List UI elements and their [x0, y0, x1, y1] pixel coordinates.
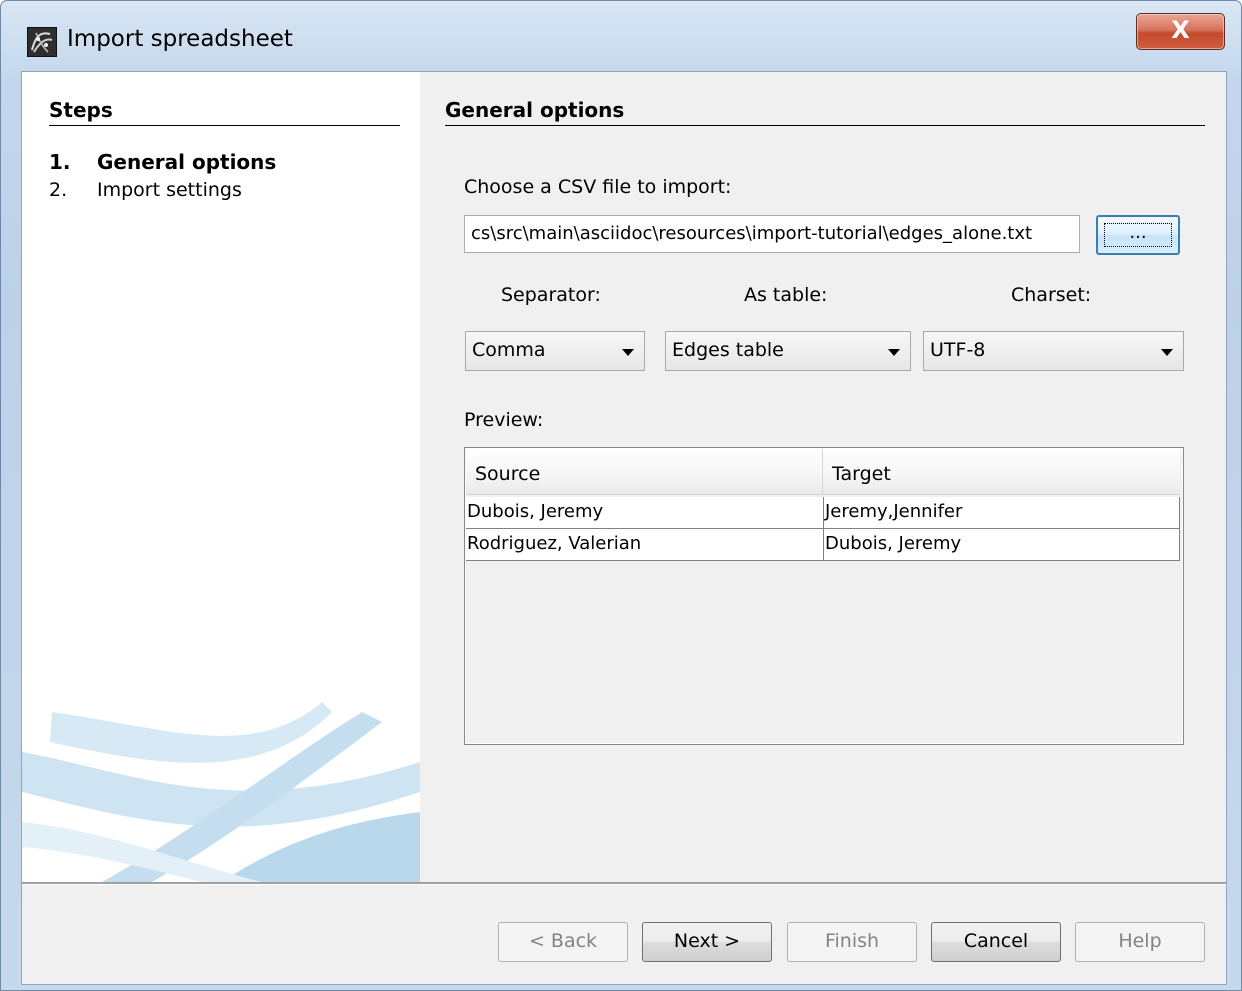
back-button[interactable]: < Back: [498, 922, 628, 962]
charset-dropdown[interactable]: UTF-8: [923, 331, 1184, 371]
options-panel: General options Choose a CSV file to imp…: [420, 72, 1226, 882]
chevron-down-icon: [888, 349, 900, 356]
import-spreadsheet-dialog: Import spreadsheet X Steps 1. General opt…: [0, 0, 1242, 991]
preview-label: Preview:: [464, 409, 544, 431]
table-cell: Dubois, Jeremy: [824, 529, 1180, 561]
help-button[interactable]: Help: [1075, 922, 1205, 962]
steps-heading: Steps: [49, 98, 113, 122]
general-options-heading: General options: [445, 98, 625, 122]
preview-table-body: Source Target Dubois, Jeremy Jeremy,Jenn…: [466, 449, 1182, 743]
title-bar[interactable]: Import spreadsheet X: [1, 1, 1241, 71]
close-icon: X: [1171, 16, 1190, 44]
step-import-settings: 2. Import settings: [49, 179, 242, 201]
chevron-down-icon: [622, 349, 634, 356]
cancel-button[interactable]: Cancel: [931, 922, 1061, 962]
table-cell: Rodriguez, Valerian: [466, 529, 824, 561]
step-label: General options: [97, 150, 277, 174]
step-number: 2.: [49, 179, 68, 201]
separator-value: Comma: [472, 339, 546, 361]
finish-button[interactable]: Finish: [787, 922, 917, 962]
table-row[interactable]: Rodriguez, Valerian Dubois, Jeremy: [466, 529, 1180, 561]
step-number: 1.: [49, 150, 71, 174]
as-table-value: Edges table: [672, 339, 784, 361]
dialog-body: Steps 1. General options 2. Import setting…: [21, 71, 1227, 985]
step-general-options: 1. General options: [49, 150, 276, 174]
app-icon: [27, 27, 57, 57]
table-cell: Dubois, Jeremy: [466, 497, 824, 529]
step-label: Import settings: [97, 179, 242, 201]
as-table-dropdown[interactable]: Edges table: [665, 331, 911, 371]
steps-panel: Steps 1. General options 2. Import setting…: [22, 72, 420, 882]
column-header-target[interactable]: Target: [823, 449, 1180, 495]
browse-button[interactable]: ...: [1096, 215, 1180, 255]
close-button[interactable]: X: [1136, 13, 1225, 50]
column-header-source[interactable]: Source: [466, 449, 823, 495]
table-row[interactable]: Dubois, Jeremy Jeremy,Jennifer: [466, 497, 1180, 529]
ellipsis-icon: ...: [1104, 223, 1172, 247]
chevron-down-icon: [1161, 349, 1173, 356]
table-cell: Jeremy,Jennifer: [824, 497, 1180, 529]
choose-file-label: Choose a CSV file to import:: [464, 176, 732, 198]
preview-table[interactable]: Source Target Dubois, Jeremy Jeremy,Jenn…: [464, 447, 1184, 745]
charset-label: Charset:: [1011, 284, 1092, 306]
window-title: Import spreadsheet: [67, 26, 293, 52]
decorative-swoosh-graphic: [22, 702, 420, 882]
general-options-heading-rule: [445, 125, 1205, 126]
steps-heading-rule: [49, 125, 400, 126]
separator-label: Separator:: [501, 284, 601, 306]
footer-separator: [22, 882, 1226, 885]
separator-dropdown[interactable]: Comma: [465, 331, 645, 371]
charset-value: UTF-8: [930, 339, 986, 361]
as-table-label: As table:: [744, 284, 828, 306]
next-button[interactable]: Next >: [642, 922, 772, 962]
file-path-field[interactable]: cs\src\main\asciidoc\resources\import-tu…: [464, 215, 1080, 253]
